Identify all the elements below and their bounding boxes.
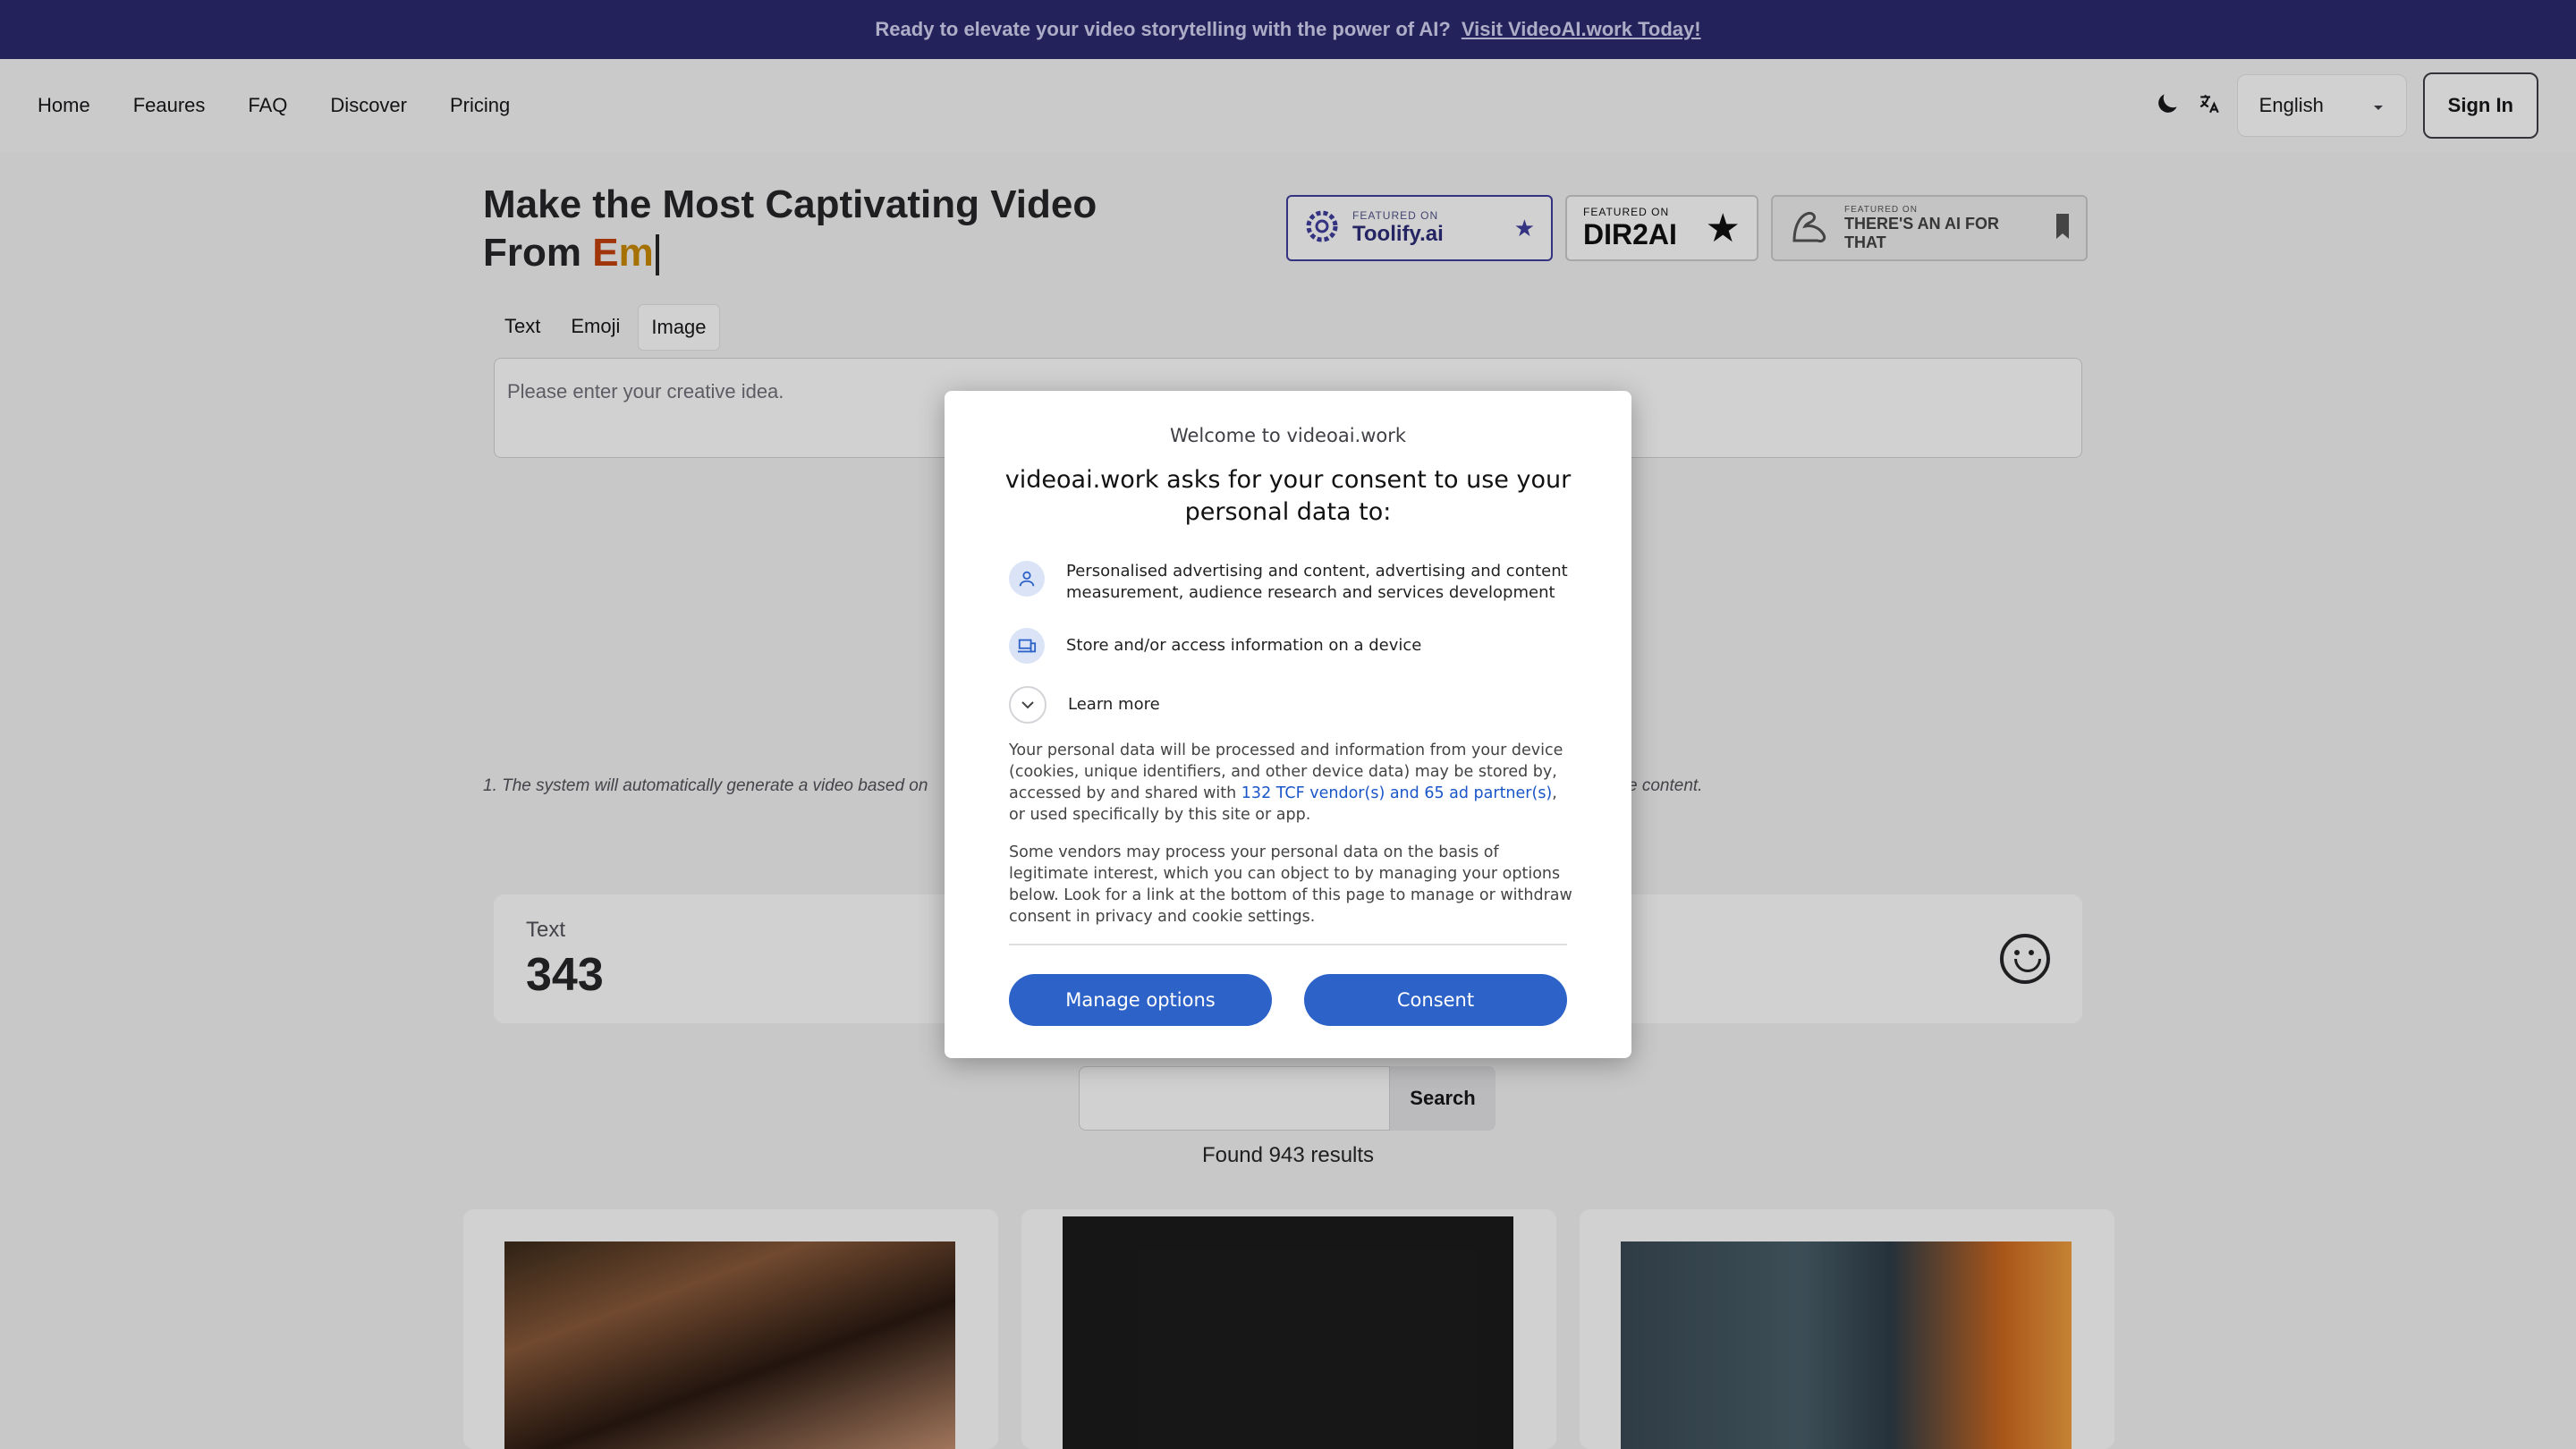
learn-more-label[interactable]: Learn more [1068,694,1160,716]
manage-options-button[interactable]: Manage options [1009,974,1272,1026]
user-icon [1009,561,1045,597]
consent-welcome: Welcome to videoai.work [1169,425,1407,446]
purpose-device-text: Store and/or access information on a dev… [1066,636,1422,655]
consent-dialog: Welcome to videoai.work videoai.work ask… [945,391,1631,1058]
consent-title: videoai.work asks for your consent to us… [1004,466,1572,526]
devices-icon [1009,628,1045,664]
learn-more-toggle[interactable]: Learn more [1009,686,1581,724]
vendors-link[interactable]: 132 TCF vendor(s) and 65 ad partner(s) [1241,784,1552,802]
consent-legit-interest-paragraph: Some vendors may process your personal d… [1009,843,1572,926]
consent-info-paragraph: Your personal data will be processed and… [1009,740,1576,826]
consent-purpose-device: Store and/or access information on a dev… [1009,628,1581,664]
consent-button[interactable]: Consent [1304,974,1567,1026]
purpose-ads-text: Personalised advertising and content, ad… [1066,562,1568,602]
consent-divider [1009,944,1567,945]
chevron-down-icon[interactable] [1009,686,1046,724]
consent-purpose-ads: Personalised advertising and content, ad… [1009,561,1581,604]
